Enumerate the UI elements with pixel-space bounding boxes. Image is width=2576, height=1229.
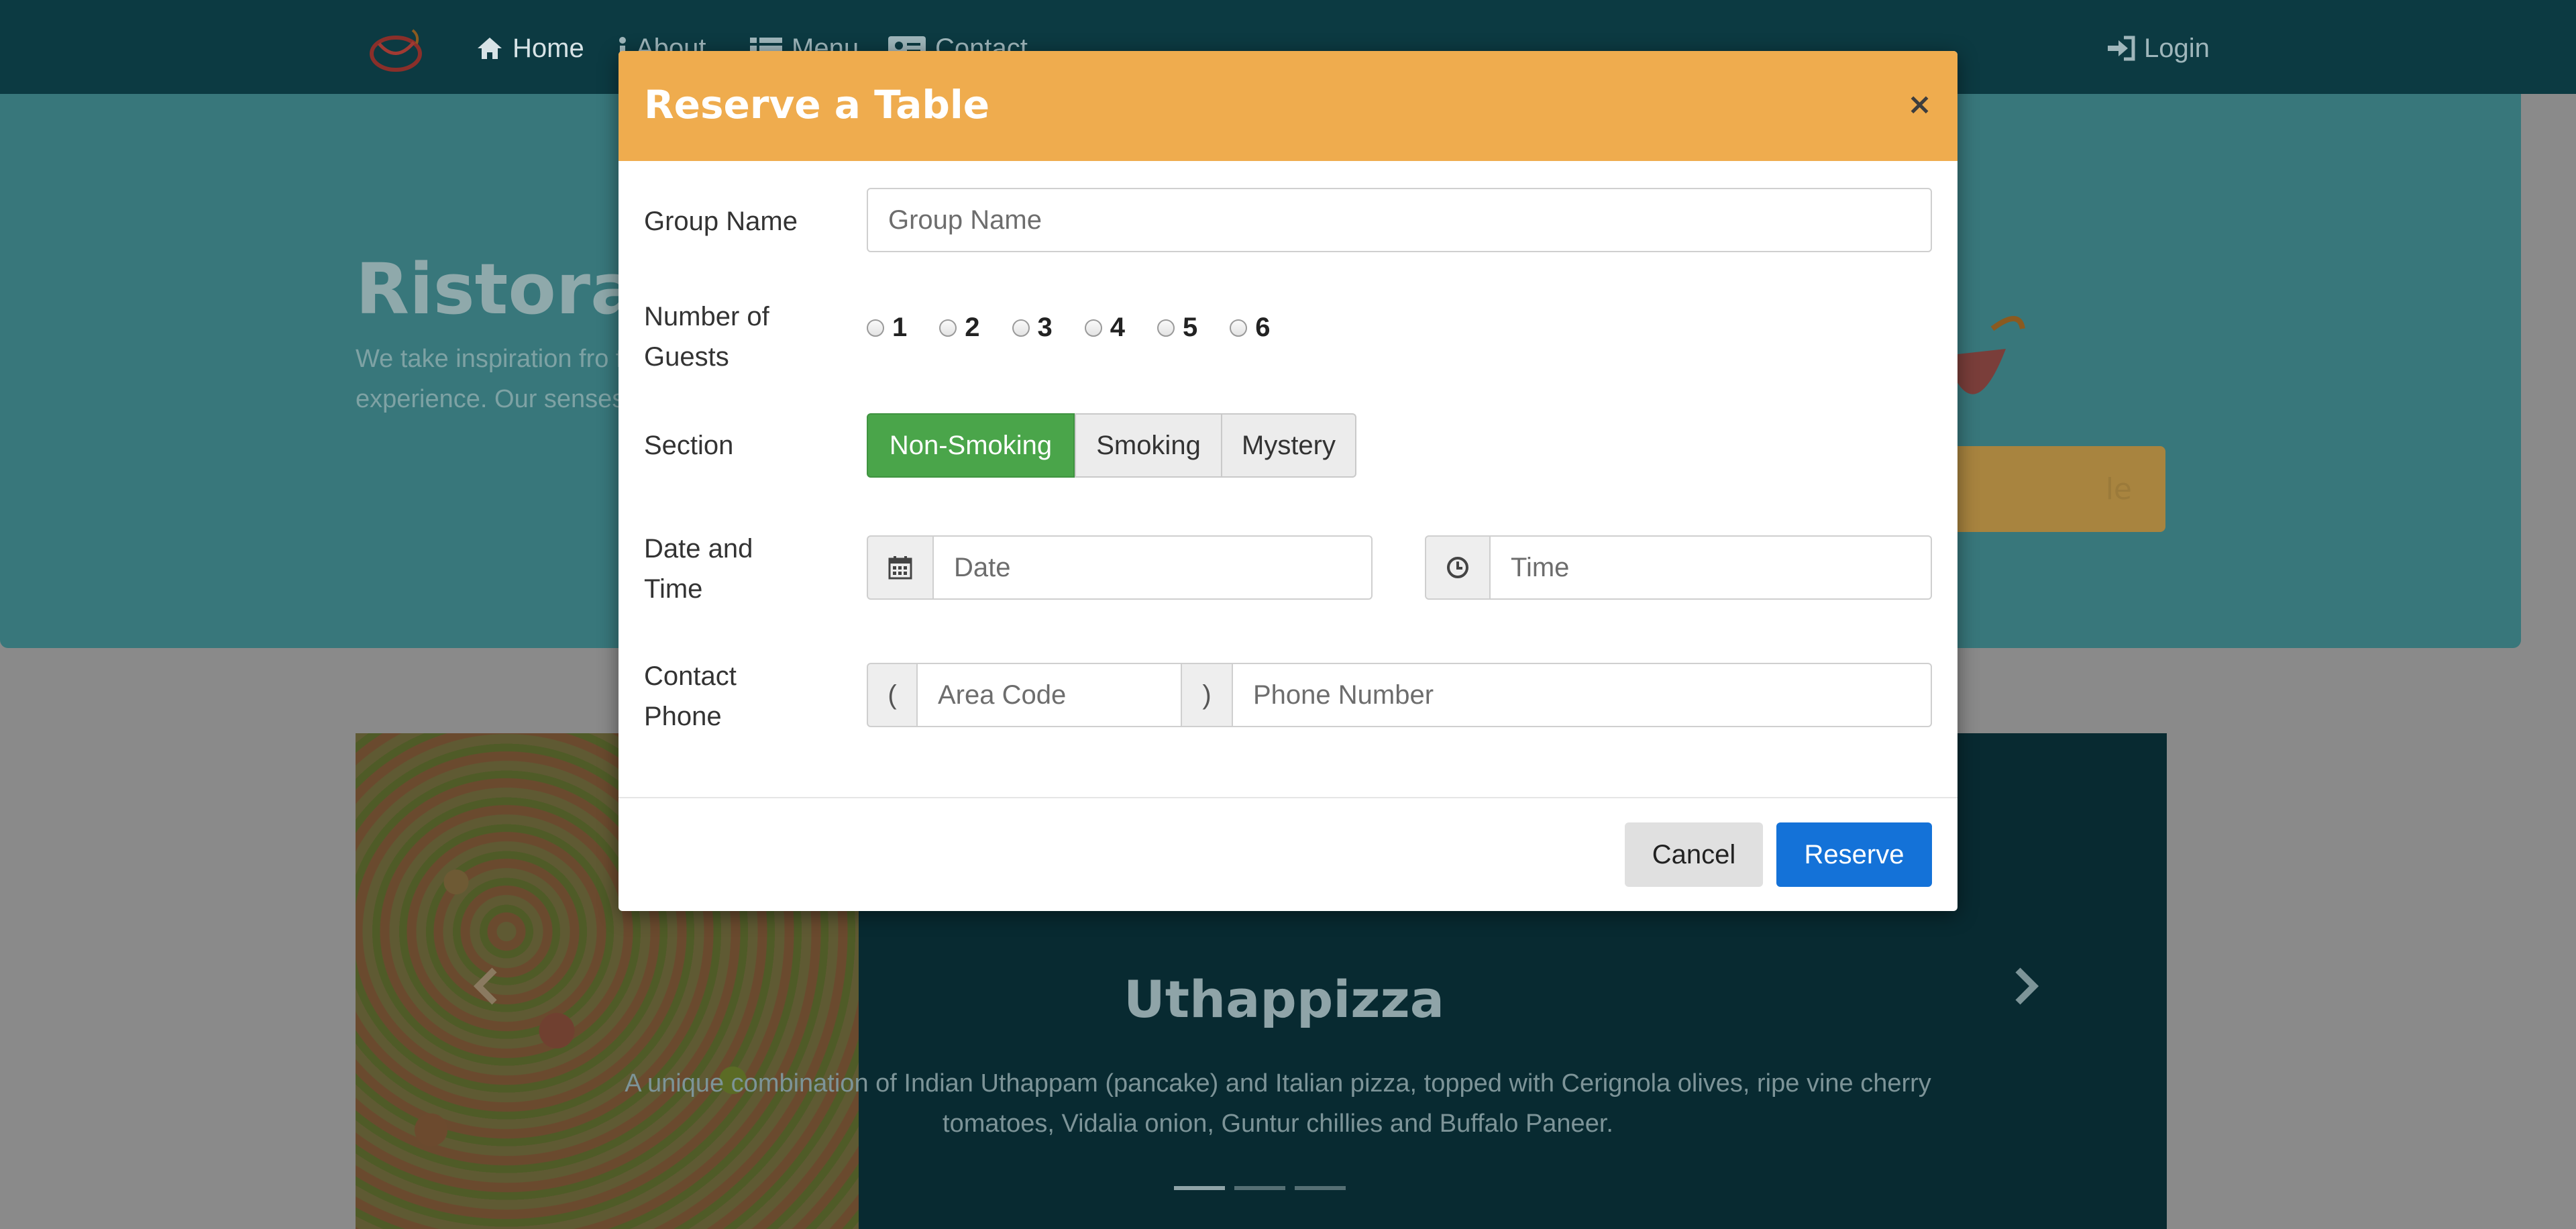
- guests-option-label: 5: [1183, 313, 1198, 342]
- radio-circle[interactable]: [1084, 319, 1102, 337]
- phone-number-input[interactable]: Phone Number: [1232, 663, 1932, 727]
- guests-option-label: 4: [1110, 313, 1125, 342]
- group-name-input[interactable]: Group Name: [867, 188, 1932, 252]
- radio-circle[interactable]: [1012, 319, 1030, 337]
- datetime-label: Date and Time: [644, 529, 753, 609]
- contact-phone-label-line2: Phone: [644, 702, 722, 731]
- guests-option-2[interactable]: 2: [939, 313, 980, 343]
- nav-login-label: Login: [2144, 33, 2210, 63]
- modal-footer-divider: [619, 797, 1957, 798]
- sign-in-icon: [2108, 36, 2135, 61]
- carousel-title: Uthappizza: [1124, 969, 1445, 1029]
- guests-option-6[interactable]: 6: [1230, 313, 1271, 343]
- restaurant-logo[interactable]: [366, 23, 429, 74]
- guests-option-3[interactable]: 3: [1012, 313, 1053, 343]
- date-placeholder: Date: [954, 552, 1011, 582]
- modal-title: Reserve a Table: [644, 82, 990, 127]
- clock-icon: [1447, 557, 1468, 578]
- carousel-indicator-2[interactable]: [1234, 1186, 1285, 1190]
- guests-option-5[interactable]: 5: [1157, 313, 1197, 343]
- close-button[interactable]: ×: [1907, 90, 1932, 119]
- guests-option-label: 1: [892, 313, 908, 342]
- radio-circle[interactable]: [1230, 319, 1248, 337]
- contact-phone-label: Contact Phone: [644, 656, 737, 737]
- reserve-modal: Reserve a Table × Group Name Group Name …: [619, 51, 1957, 911]
- guests-option-label: 6: [1255, 313, 1271, 342]
- guests-label-line2: Guests: [644, 342, 729, 372]
- carousel-description: A unique combination of Indian Uthappam …: [625, 1069, 1931, 1138]
- guests-label: Number of Guests: [644, 297, 769, 377]
- carousel-prev-icon[interactable]: [473, 966, 500, 1006]
- nav-login-link[interactable]: Login: [2105, 30, 2210, 67]
- reserve-button[interactable]: Reserve: [1776, 822, 1932, 887]
- group-name-placeholder: Group Name: [888, 205, 1042, 235]
- group-name-label: Group Name: [644, 207, 798, 236]
- home-icon: [478, 38, 502, 59]
- radio-circle[interactable]: [867, 319, 884, 337]
- calendar-icon: [888, 556, 912, 580]
- guests-option-label: 2: [965, 313, 980, 342]
- radio-circle[interactable]: [939, 319, 957, 337]
- guests-radio-group: 1 2 3 4 5 6: [867, 313, 1303, 343]
- carousel-indicator-1[interactable]: [1174, 1186, 1225, 1190]
- radio-circle[interactable]: [1157, 319, 1175, 337]
- time-placeholder: Time: [1511, 552, 1570, 582]
- nav-home-label: Home: [513, 33, 584, 63]
- section-mystery-button[interactable]: Mystery: [1221, 413, 1356, 478]
- reserve-table-button-label: le: [2105, 472, 2132, 506]
- area-code-placeholder: Area Code: [938, 680, 1067, 710]
- carousel-next-icon[interactable]: [2012, 966, 2039, 1006]
- area-code-input[interactable]: Area Code: [916, 663, 1182, 727]
- datetime-label-line1: Date and: [644, 534, 753, 564]
- date-addon: [867, 535, 934, 600]
- section-smoking-button[interactable]: Smoking: [1075, 413, 1222, 478]
- guests-label-line1: Number of: [644, 302, 769, 331]
- nav-home-link[interactable]: Home: [475, 30, 584, 67]
- section-non-smoking-button[interactable]: Non-Smoking: [867, 413, 1075, 478]
- phone-number-placeholder: Phone Number: [1253, 680, 1434, 710]
- modal-header: Reserve a Table ×: [619, 51, 1957, 161]
- contact-phone-label-line1: Contact: [644, 661, 737, 691]
- date-input[interactable]: Date: [932, 535, 1373, 600]
- datetime-label-line2: Time: [644, 574, 703, 604]
- time-addon: [1425, 535, 1491, 600]
- guests-option-4[interactable]: 4: [1084, 313, 1125, 343]
- carousel-indicator-3[interactable]: [1295, 1186, 1346, 1190]
- section-label: Section: [644, 431, 734, 460]
- guests-option-label: 3: [1037, 313, 1053, 342]
- time-input[interactable]: Time: [1489, 535, 1932, 600]
- area-code-open-paren: (: [867, 663, 918, 727]
- cancel-button[interactable]: Cancel: [1625, 822, 1763, 887]
- guests-option-1[interactable]: 1: [867, 313, 907, 343]
- area-code-close-paren: ): [1181, 663, 1233, 727]
